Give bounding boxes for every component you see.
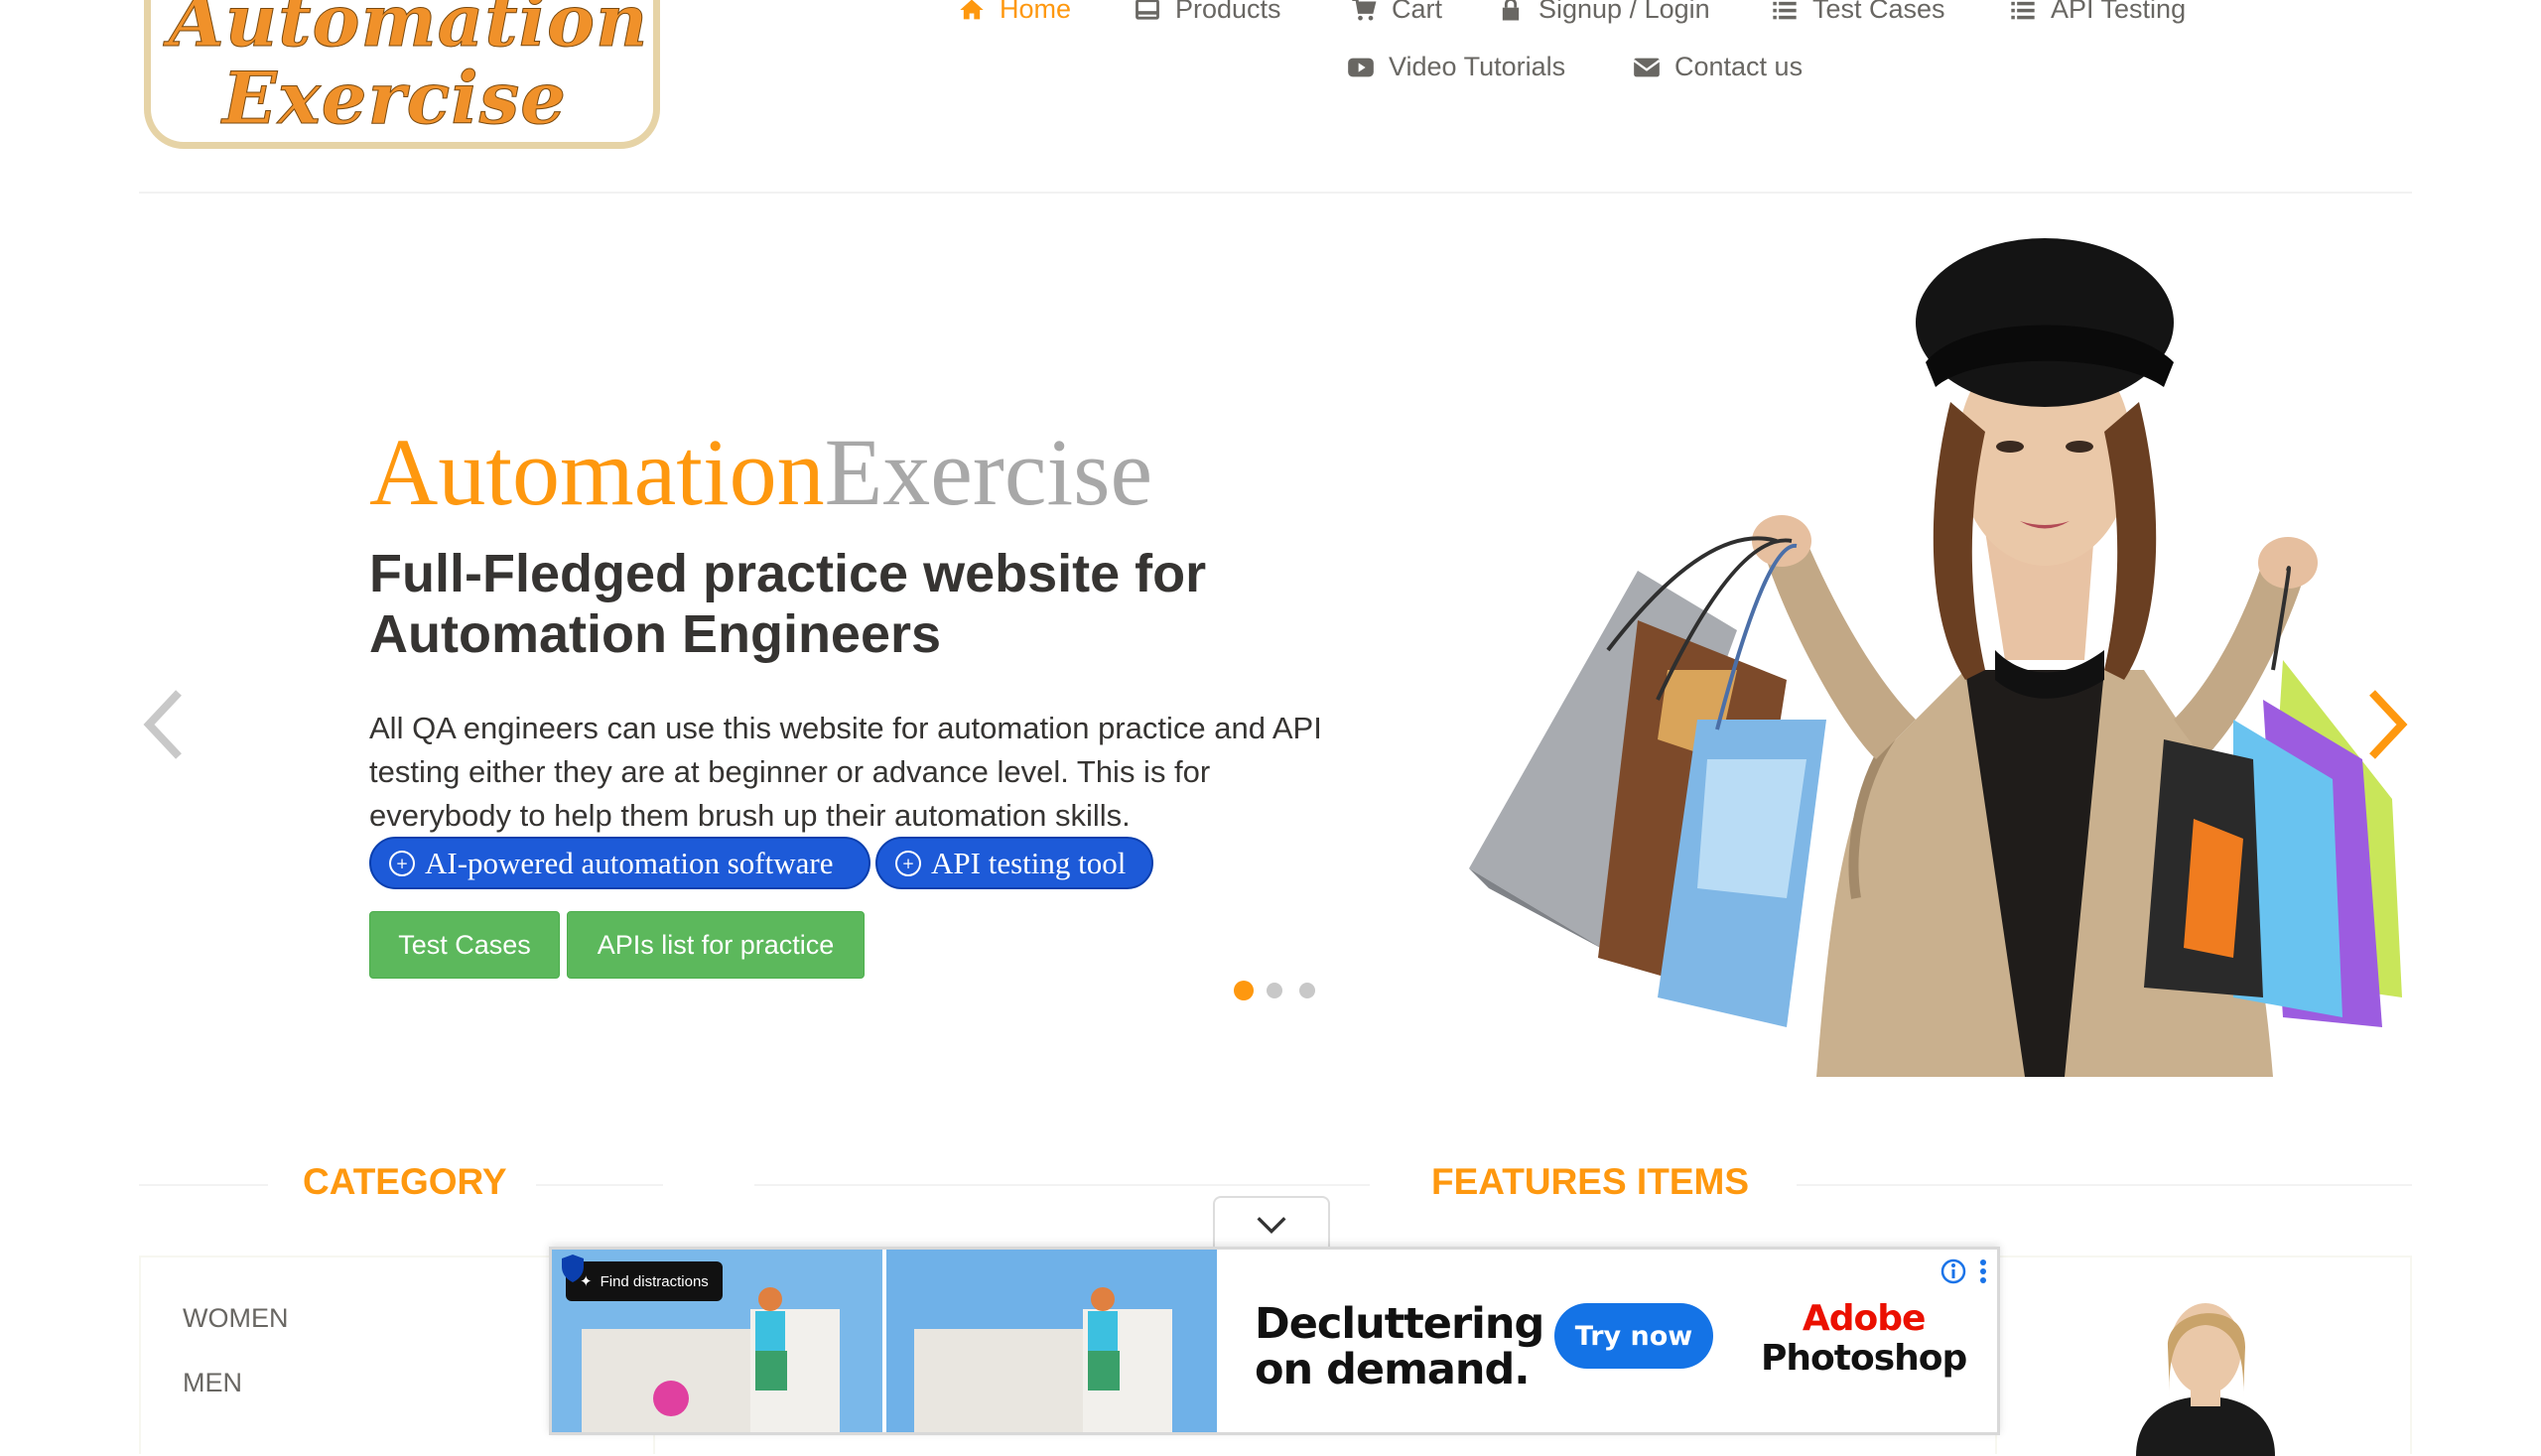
nav-api-testing-label: API Testing [2051, 0, 2187, 24]
ai-pill-label: AI-powered automation software [425, 845, 834, 880]
chevron-down-icon [1257, 1217, 1286, 1235]
nav-cart-label: Cart [1392, 0, 1443, 24]
list-icon [2009, 0, 2037, 24]
slider-dot-2[interactable] [1267, 983, 1282, 998]
youtube-icon [1347, 54, 1375, 81]
ad-try-now-button[interactable]: Try now [1554, 1303, 1713, 1369]
chevron-right-icon [2369, 690, 2408, 759]
find-distractions-label: Find distractions [600, 1272, 709, 1290]
category-line-right [536, 1184, 663, 1186]
apis-list-button[interactable]: APIs list for practice [567, 911, 865, 979]
features-line-right [1797, 1184, 2412, 1186]
ad-brand-line1: Adobe [1802, 1298, 1927, 1339]
logo-line-2: Exercise [221, 56, 568, 141]
cart-icon [1350, 0, 1378, 24]
plus-circle-icon: + [389, 850, 415, 876]
ad-brand: Adobe Photoshop [1761, 1298, 1967, 1379]
api-pill-label: API testing tool [931, 845, 1127, 880]
nav-test-cases-label: Test Cases [1812, 0, 1945, 24]
nav-products[interactable]: Products [1134, 0, 1281, 25]
nav-video-tutorials[interactable]: Video Tutorials [1347, 52, 1565, 82]
nav-test-cases[interactable]: Test Cases [1771, 0, 1945, 25]
slider-prev-arrow[interactable] [139, 685, 189, 779]
shield-icon [562, 1255, 584, 1282]
envelope-icon [1633, 54, 1661, 81]
nav-products-label: Products [1175, 0, 1281, 24]
lock-icon [1497, 0, 1525, 24]
find-distractions-pill[interactable]: ✦ Find distractions [566, 1261, 723, 1301]
nav-signup-label: Signup / Login [1538, 0, 1710, 24]
category-line-left [139, 1184, 268, 1186]
plus-circle-icon: + [895, 850, 921, 876]
test-cases-button[interactable]: Test Cases [369, 911, 560, 979]
card-icon [1134, 0, 1161, 24]
slider-heading: Full-Fledged practice website for Automa… [369, 544, 1207, 664]
category-women[interactable]: WOMEN [183, 1303, 288, 1334]
nav-home[interactable]: Home [958, 0, 1071, 25]
home-icon [958, 0, 986, 24]
features-line-left [754, 1184, 1370, 1186]
chevron-left-icon [143, 690, 182, 759]
nav-video-label: Video Tutorials [1389, 52, 1566, 81]
nav-home-label: Home [1000, 0, 1072, 24]
nav-api-testing[interactable]: API Testing [2009, 0, 2186, 25]
slider-brand: AutomationExercise [369, 425, 1152, 520]
site-logo[interactable]: Automation Exercise [144, 0, 660, 149]
api-testing-pill[interactable]: + API testing tool [875, 837, 1153, 889]
nav-contact-label: Contact us [1674, 52, 1804, 81]
category-men[interactable]: MEN [183, 1368, 242, 1398]
product-model-image [2136, 1303, 2275, 1456]
header-divider [139, 192, 2412, 194]
feature-product-card [1995, 1256, 2412, 1456]
ad-menu-icon[interactable] [1977, 1257, 1989, 1285]
list-icon [1771, 0, 1799, 24]
ad-collapse-tab[interactable] [1213, 1196, 1330, 1252]
ad-headline: Decluttering on demand. [1255, 1299, 1544, 1394]
ad-brand-line2: Photoshop [1761, 1338, 1967, 1379]
slider-next-arrow[interactable] [2362, 685, 2412, 779]
nav-signup-login[interactable]: Signup / Login [1497, 0, 1710, 25]
ad-headline-line1: Decluttering [1255, 1299, 1544, 1349]
ad-info-icon[interactable] [1939, 1257, 1967, 1285]
nav-contact-us[interactable]: Contact us [1633, 52, 1803, 82]
nav-cart[interactable]: Cart [1350, 0, 1442, 25]
hero-shopping-girl-image [1469, 238, 2402, 1077]
brand-part-2: Exercise [824, 419, 1153, 525]
features-title: FEATURES ITEMS [1431, 1161, 1749, 1202]
ad-headline-line2: on demand. [1255, 1345, 1531, 1394]
slider-dot-3[interactable] [1299, 983, 1315, 998]
ad-banner[interactable]: ✦ Find distractions Decluttering on dema… [549, 1247, 2000, 1435]
slider-description: All QA engineers can use this website fo… [369, 711, 1322, 833]
ai-automation-pill[interactable]: + AI-powered automation software [369, 837, 870, 889]
slider-dot-1[interactable] [1234, 981, 1254, 1000]
brand-part-1: Automation [369, 419, 825, 525]
category-title: CATEGORY [303, 1161, 507, 1202]
logo-line-1: Automation [168, 0, 649, 64]
